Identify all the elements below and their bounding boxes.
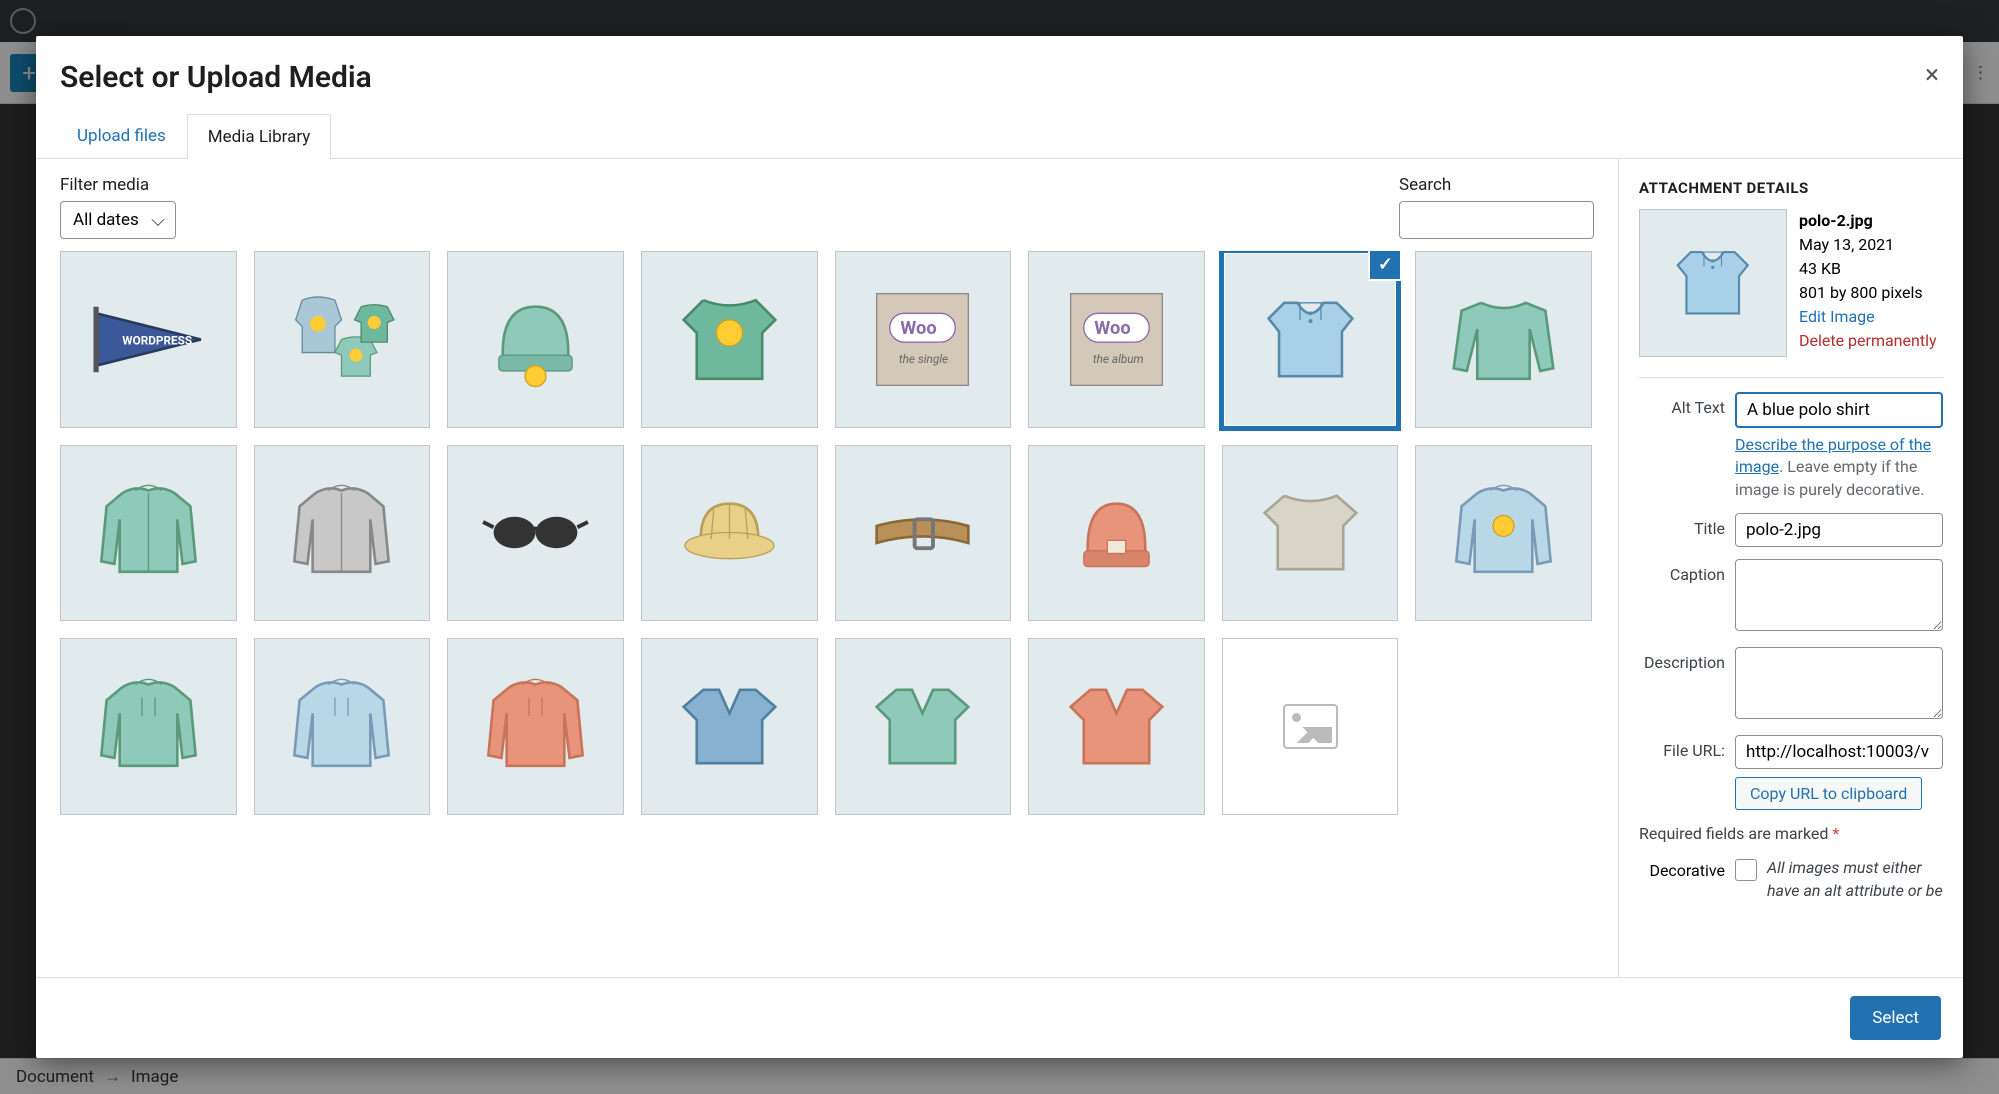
media-item[interactable] (60, 638, 237, 815)
close-icon: × (1925, 60, 1939, 90)
meta-filename: polo-2.jpg (1799, 209, 1943, 233)
alt-help-text: Describe the purpose of the image. Leave… (1735, 434, 1943, 501)
edit-image-link[interactable]: Edit Image (1799, 305, 1943, 329)
belt-icon (857, 467, 988, 598)
modal-title: Select or Upload Media (60, 60, 372, 95)
chevron-right-icon: → (104, 1067, 121, 1087)
svg-text:Woo: Woo (1094, 318, 1130, 339)
hoodie-red-icon (470, 661, 601, 792)
attachment-details-heading: ATTACHMENT DETAILS (1639, 179, 1943, 197)
meta-dimensions: 801 by 800 pixels (1799, 281, 1943, 305)
hoodie-tshirts-icon (276, 274, 407, 405)
title-label: Title (1639, 513, 1725, 538)
media-item[interactable] (1415, 251, 1592, 428)
media-grid: WORDPRESS Woo the single Woo the album (60, 251, 1594, 815)
media-modal: Select or Upload Media × Upload files Me… (36, 36, 1963, 1058)
media-item[interactable] (835, 445, 1012, 622)
zip-hoodie-green-icon (83, 467, 214, 598)
meta-date: May 13, 2021 (1799, 233, 1943, 257)
select-button[interactable]: Select (1850, 996, 1941, 1040)
media-item[interactable] (1028, 445, 1205, 622)
album-icon: Woo the album (1051, 274, 1182, 405)
search-input[interactable] (1399, 201, 1594, 239)
media-item[interactable]: Woo the album (1028, 251, 1205, 428)
media-item[interactable]: Woo the single (835, 251, 1012, 428)
breadcrumb-current: Image (131, 1067, 178, 1087)
decorative-label: Decorative (1639, 857, 1725, 880)
image-placeholder-icon (1283, 704, 1338, 749)
media-item[interactable] (254, 638, 431, 815)
media-item[interactable] (641, 251, 818, 428)
tab-media-library[interactable]: Media Library (187, 114, 332, 159)
alt-text-label: Alt Text (1639, 392, 1725, 417)
meta-size: 43 KB (1799, 257, 1943, 281)
description-label: Description (1639, 647, 1725, 672)
decorative-help-text: All images must either have an alt attri… (1767, 857, 1943, 902)
breadcrumb: Document → Image (0, 1058, 1999, 1094)
wordpress-logo-icon (10, 8, 36, 34)
hoodie-blue-icon (276, 661, 407, 792)
tshirt-logo-icon (664, 274, 795, 405)
sunglasses-icon (470, 467, 601, 598)
delete-permanently-link[interactable]: Delete permanently (1799, 329, 1943, 353)
media-item-placeholder[interactable] (1222, 638, 1399, 815)
polo-blue-icon (1658, 228, 1768, 338)
options-icon[interactable]: ⋮ (1972, 63, 1989, 83)
filter-media-label: Filter media (60, 175, 176, 195)
alt-text-input[interactable] (1735, 392, 1943, 428)
required-fields-text: Required fields are marked * (1639, 824, 1943, 843)
svg-text:WORDPRESS: WORDPRESS (122, 334, 192, 348)
beanie-icon (470, 274, 601, 405)
vneck-blue-icon (664, 661, 795, 792)
breadcrumb-root[interactable]: Document (16, 1067, 94, 1087)
media-item-selected[interactable] (1222, 251, 1399, 428)
svg-text:the album: the album (1093, 352, 1144, 366)
vneck-green-icon (857, 661, 988, 792)
decorative-checkbox[interactable] (1735, 859, 1757, 881)
file-url-input[interactable] (1735, 735, 1943, 769)
caption-textarea[interactable] (1735, 559, 1943, 631)
media-item[interactable] (254, 445, 431, 622)
tshirt-gray-icon (1245, 467, 1376, 598)
media-main: Filter media All dates Search WORDPRESS … (36, 159, 1618, 977)
media-item[interactable] (641, 445, 818, 622)
media-item[interactable] (447, 251, 624, 428)
description-textarea[interactable] (1735, 647, 1943, 719)
media-item[interactable] (1222, 445, 1399, 622)
attachment-thumbnail (1639, 209, 1787, 357)
modal-footer: Select (36, 977, 1963, 1058)
album-single-icon: Woo the single (857, 274, 988, 405)
svg-text:Woo: Woo (901, 318, 937, 339)
media-item[interactable] (60, 445, 237, 622)
vneck-red-icon (1051, 661, 1182, 792)
media-item[interactable] (254, 251, 431, 428)
media-item[interactable] (835, 638, 1012, 815)
zip-hoodie-gray-icon (276, 467, 407, 598)
tab-upload-files[interactable]: Upload files (56, 113, 187, 158)
cap-icon (664, 467, 795, 598)
media-item[interactable] (641, 638, 818, 815)
modal-tabs: Upload files Media Library (36, 113, 1963, 159)
search-label: Search (1399, 175, 1451, 195)
media-item[interactable]: WORDPRESS (60, 251, 237, 428)
media-item[interactable] (447, 445, 624, 622)
filter-dates-select[interactable]: All dates (60, 201, 176, 239)
copy-url-button[interactable]: Copy URL to clipboard (1735, 777, 1922, 810)
hoodie-logo-blue-icon (1438, 467, 1569, 598)
hoodie-green-icon (83, 661, 214, 792)
attachment-details-panel: ATTACHMENT DETAILS polo-2.jpg May 13, 20… (1618, 159, 1963, 977)
polo-blue-icon (1245, 274, 1376, 405)
title-input[interactable] (1735, 513, 1943, 547)
attachment-meta: polo-2.jpg May 13, 2021 43 KB 801 by 800… (1799, 209, 1943, 357)
beanie-orange-icon (1051, 467, 1182, 598)
caption-label: Caption (1639, 559, 1725, 584)
close-button[interactable]: × (1925, 60, 1939, 90)
pennant-icon: WORDPRESS (83, 274, 214, 405)
media-item[interactable] (447, 638, 624, 815)
svg-text:the single: the single (899, 352, 948, 366)
long-sleeve-icon (1438, 274, 1569, 405)
file-url-label: File URL: (1639, 735, 1725, 760)
media-item[interactable] (1028, 638, 1205, 815)
media-item[interactable] (1415, 445, 1592, 622)
